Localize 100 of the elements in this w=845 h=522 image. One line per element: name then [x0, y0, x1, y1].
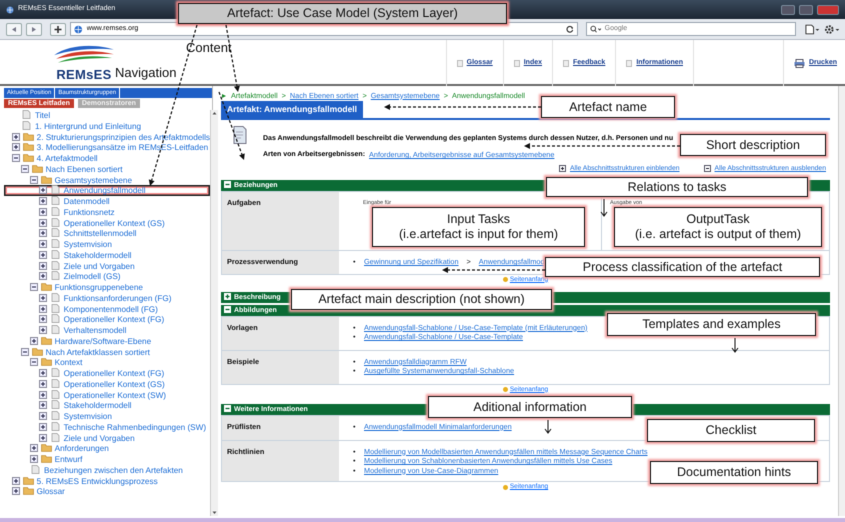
expand-icon[interactable]: [39, 272, 47, 280]
expand-icon[interactable]: [39, 422, 47, 431]
expand-icon[interactable]: [39, 304, 47, 312]
collapse-icon[interactable]: [12, 154, 20, 162]
expand-icon[interactable]: [30, 444, 38, 452]
page-menu-icon[interactable]: [804, 24, 820, 34]
tree-item[interactable]: Datenmodell: [4, 196, 210, 207]
settings-icon[interactable]: [824, 24, 839, 34]
expand-icon[interactable]: [39, 218, 47, 226]
tree-item[interactable]: Ziele und Vorgaben: [4, 432, 210, 444]
page-icon: [21, 120, 32, 130]
tree-item[interactable]: Titel: [4, 110, 210, 121]
tree-item[interactable]: Operationeller Kontext (SW): [4, 390, 210, 400]
expand-icon[interactable]: [30, 455, 38, 463]
expand-icon[interactable]: [39, 197, 47, 205]
expand-icon[interactable]: [12, 132, 20, 140]
expand-icon[interactable]: [39, 315, 47, 324]
tree-item[interactable]: Funktionsnetz: [4, 206, 210, 218]
page-icon: [626, 60, 632, 66]
collapse-icon[interactable]: [224, 180, 231, 188]
tree-item[interactable]: Stakeholdermodell: [4, 400, 210, 411]
folder-icon: [22, 142, 34, 152]
expand-icon[interactable]: [39, 262, 47, 270]
tree-item[interactable]: Schnittstellenmodell: [4, 228, 210, 239]
tree-item[interactable]: Systemvision: [4, 239, 210, 250]
tree-item[interactable]: Technische Rahmenbedingungen (SW): [4, 422, 210, 432]
folder-icon: [40, 174, 52, 184]
expand-icon[interactable]: [39, 401, 47, 410]
expand-icon[interactable]: [39, 250, 47, 259]
tree-item[interactable]: Nach Ebenen sortiert: [4, 164, 210, 174]
tree-item[interactable]: Verhaltensmodell: [4, 325, 210, 336]
tree-item[interactable]: Ziele und Vorgaben: [4, 260, 210, 272]
scroll-down-icon[interactable]: [211, 510, 218, 516]
page-icon: [50, 218, 61, 226]
collapse-icon[interactable]: [30, 283, 38, 291]
tree-item[interactable]: Funktionsanforderungen (FG): [4, 292, 210, 304]
collapse-icon[interactable]: [21, 348, 29, 356]
expand-icon[interactable]: [12, 487, 20, 496]
tree-item[interactable]: Glossar: [4, 486, 210, 497]
page-title: Artefakt: Anwendungsfallmodell: [221, 101, 364, 118]
tree-item[interactable]: Operationeller Kontext (FG): [4, 314, 210, 325]
tree-item[interactable]: Stakeholdermodell: [4, 250, 210, 260]
expand-icon[interactable]: [39, 380, 47, 388]
tree-item[interactable]: 5. REMsES Entwicklungsprozess: [4, 476, 210, 486]
forward-button[interactable]: [26, 22, 42, 36]
annotation-tooltip: Documentation hints: [650, 461, 818, 484]
collapse-icon[interactable]: [224, 404, 231, 412]
expand-icon[interactable]: [39, 412, 47, 420]
tree-item[interactable]: Operationeller Kontext (GS): [4, 378, 210, 390]
page-icon: [21, 110, 32, 119]
annotation-label: Navigation: [115, 64, 178, 81]
tree-item[interactable]: Entwurf: [4, 454, 210, 465]
expand-icon[interactable]: [12, 476, 20, 484]
expand-icon[interactable]: [39, 434, 47, 442]
globe-icon: [6, 6, 14, 14]
scrollbar[interactable]: [210, 110, 218, 516]
collapse-icon[interactable]: [224, 306, 231, 313]
folder-icon: [22, 153, 34, 162]
tree-item[interactable]: Kontext: [4, 357, 210, 368]
tree-item[interactable]: Operationeller Kontext (FG): [4, 368, 210, 379]
collapse-icon[interactable]: [30, 176, 38, 184]
expand-icon[interactable]: [224, 292, 231, 300]
page-icon: [50, 314, 61, 324]
expand-icon[interactable]: [30, 336, 38, 345]
tree-item[interactable]: 3. Modellierungsansätze im REMsES-Leitfaden: [4, 142, 210, 153]
tree-item[interactable]: Systemvision: [4, 411, 210, 422]
page-icon: [50, 304, 61, 312]
scrollbar[interactable]: [838, 86, 845, 516]
folder-icon: [40, 282, 52, 291]
expand-icon[interactable]: [12, 143, 20, 152]
page-icon: [456, 60, 463, 66]
collapse-icon[interactable]: [30, 358, 38, 366]
tree-item[interactable]: Anforderungen: [4, 443, 210, 454]
tree-item[interactable]: Operationeller Kontext (GS): [4, 218, 210, 228]
minimize-button[interactable]: [781, 4, 795, 14]
expand-icon[interactable]: [39, 326, 47, 334]
expand-icon[interactable]: [39, 294, 47, 302]
maximize-button[interactable]: [799, 4, 813, 14]
tree-item[interactable]: Nach Artefaktklassen sortiert: [4, 346, 210, 358]
expand-icon[interactable]: [39, 186, 47, 194]
scroll-up-icon[interactable]: [211, 110, 218, 116]
tree-item[interactable]: Beziehungen zwischen den Artefakten: [4, 464, 210, 476]
back-button[interactable]: [6, 22, 22, 36]
tree-item[interactable]: Funktionsgruppenebene: [4, 282, 210, 293]
tree-item[interactable]: Komponentenmodell (FG): [4, 304, 210, 314]
tree-item[interactable]: 2. Strukturierungsprinzipien des Artefaktmodells: [4, 132, 210, 142]
expand-icon[interactable]: [39, 229, 47, 238]
collapse-icon[interactable]: [21, 164, 29, 173]
expand-icon[interactable]: [39, 240, 47, 248]
expand-icon[interactable]: [39, 369, 47, 377]
new-tab-button[interactable]: [50, 22, 66, 36]
close-button[interactable]: [817, 4, 839, 14]
tree-item[interactable]: Anwendungsfallmodell: [4, 185, 210, 196]
expand-icon[interactable]: [39, 208, 47, 216]
tree-item[interactable]: 1. Hintergrund und Einleitung: [4, 120, 210, 132]
tree-item[interactable]: 4. Artefaktmodell: [4, 153, 210, 164]
tree-item[interactable]: Gesamtsystemebene: [4, 174, 210, 186]
expand-icon[interactable]: [39, 390, 47, 398]
tree-item[interactable]: Zielmodell (GS): [4, 271, 210, 282]
tree-item[interactable]: Hardware/Software-Ebene: [4, 336, 210, 346]
